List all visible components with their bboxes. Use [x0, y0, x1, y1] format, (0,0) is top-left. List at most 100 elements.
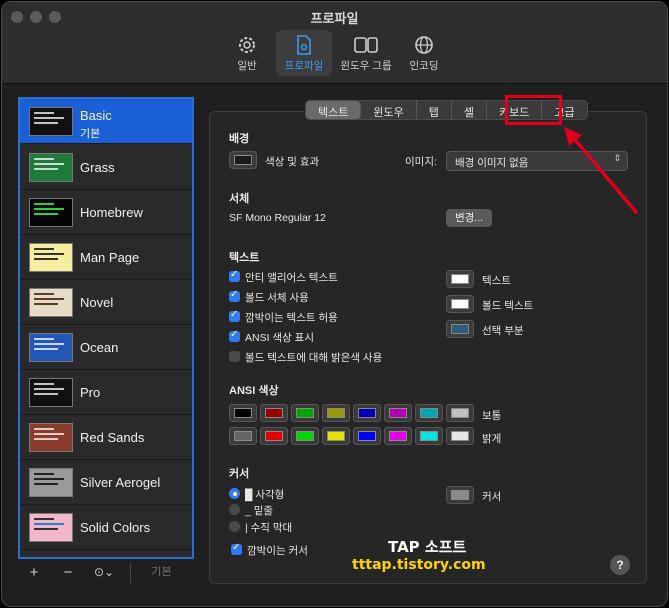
profile-name: Red Sands	[80, 430, 145, 445]
ansi-color-swatch[interactable]	[322, 427, 350, 445]
watermark-title: TAP 소프트	[388, 538, 467, 556]
ansi-color-swatch[interactable]	[291, 427, 319, 445]
profile-item-homebrew[interactable]: Homebrew	[20, 190, 192, 235]
tab-shell[interactable]: 셸	[452, 101, 487, 119]
ansi-colors-checkbox[interactable]	[229, 329, 240, 342]
profile-item-silver-aerogel[interactable]: Silver Aerogel	[20, 460, 192, 505]
blink-cursor-checkbox[interactable]	[231, 542, 242, 555]
ansi-color-swatch[interactable]	[260, 427, 288, 445]
toolbar-encoding[interactable]: 인코딩	[396, 30, 452, 76]
ansi-color-fill	[296, 408, 314, 418]
ansi-bright-label: 밝게	[482, 433, 502, 445]
color-effects-label: 색상 및 효과	[265, 156, 320, 168]
window-group-icon	[354, 37, 378, 53]
profile-item-red-sands[interactable]: Red Sands	[20, 415, 192, 460]
cursor-heading: 커서	[229, 468, 250, 480]
background-color-button[interactable]	[229, 151, 257, 169]
profile-item-ocean[interactable]: Ocean	[20, 325, 192, 370]
ansi-color-swatch[interactable]	[415, 404, 443, 422]
tab-text[interactable]: 텍스트	[306, 101, 362, 119]
selection-color-label: 선택 부분	[482, 325, 524, 337]
font-heading: 서체	[229, 193, 250, 205]
antialias-checkbox[interactable]	[229, 269, 240, 282]
toolbar-profiles-label: 프로파일	[284, 60, 324, 72]
help-button[interactable]: ?	[610, 555, 630, 575]
ansi-color-fill	[358, 408, 376, 418]
profile-item-basic[interactable]: Basic 기본	[20, 99, 192, 144]
ansi-color-swatch[interactable]	[384, 427, 412, 445]
ansi-color-swatch[interactable]	[446, 404, 474, 422]
add-profile-button[interactable]: +	[20, 563, 48, 583]
ansi-color-swatch[interactable]	[446, 427, 474, 445]
ansi-color-swatch[interactable]	[322, 404, 350, 422]
blink-text-checkbox[interactable]	[229, 309, 240, 322]
profile-thumbnail	[29, 333, 73, 362]
profile-list[interactable]: Basic 기본 Grass Homebrew Man Page Novel O…	[18, 97, 194, 559]
bright-bold-checkbox[interactable]	[229, 351, 240, 362]
profile-name: Man Page	[80, 250, 140, 265]
cursor-color-button[interactable]	[446, 486, 474, 504]
ansi-color-swatch[interactable]	[291, 404, 319, 422]
profile-item-grass[interactable]: Grass	[20, 145, 192, 190]
profile-thumbnail	[29, 468, 73, 497]
tab-window[interactable]: 윈도우	[361, 101, 417, 119]
ansi-color-swatch[interactable]	[229, 404, 257, 422]
ansi-color-swatch[interactable]	[415, 427, 443, 445]
change-font-button[interactable]: 변경...	[446, 209, 492, 227]
ansi-color-fill	[420, 408, 438, 418]
ansi-color-fill	[265, 408, 283, 418]
profile-thumbnail	[29, 423, 73, 452]
more-actions-button[interactable]: ⊙⌄	[86, 563, 122, 583]
toolbar-window-groups-label: 윈도우 그룹	[340, 60, 392, 72]
text-heading: 텍스트	[229, 252, 260, 264]
bold-font-checkbox[interactable]	[229, 289, 240, 302]
profile-name: Homebrew	[80, 205, 143, 220]
gear-icon	[239, 37, 255, 53]
ansi-color-swatch[interactable]	[229, 427, 257, 445]
ansi-color-swatch[interactable]	[384, 404, 412, 422]
ansi-color-fill	[389, 408, 407, 418]
profile-thumbnail	[29, 198, 73, 227]
cursor-block-radio[interactable]	[229, 488, 240, 499]
ansi-color-fill	[296, 431, 314, 441]
profile-item-pro[interactable]: Pro	[20, 370, 192, 415]
toolbar-general[interactable]: 일반	[219, 30, 275, 76]
toolbar-profiles[interactable]: 프로파일	[276, 30, 332, 76]
cursor-color-label: 커서	[482, 491, 502, 503]
cursor-underline-label: _ 밑줄	[245, 505, 274, 517]
ansi-color-fill	[265, 431, 283, 441]
remove-profile-button[interactable]: −	[54, 563, 82, 583]
ansi-color-swatch[interactable]	[260, 404, 288, 422]
toolbar-window-groups[interactable]: 윈도우 그룹	[334, 30, 398, 76]
ansi-color-swatch[interactable]	[353, 427, 381, 445]
ansi-color-fill	[420, 431, 438, 441]
bold-text-color-label: 볼드 텍스트	[482, 300, 534, 312]
set-default-button[interactable]: 기본	[130, 563, 192, 583]
profile-name: Ocean	[80, 340, 119, 355]
ansi-normal-label: 보통	[482, 410, 502, 422]
font-value: SF Mono Regular 12	[229, 212, 326, 224]
cursor-bar-label: | 수직 막대	[245, 522, 293, 534]
text-color-button[interactable]	[446, 270, 474, 288]
profile-item-man-page[interactable]: Man Page	[20, 235, 192, 280]
bold-text-color-button[interactable]	[446, 295, 474, 313]
profile-name: Pro	[80, 385, 101, 400]
bold-font-label: 볼드 서체 사용	[245, 292, 309, 304]
selection-color-button[interactable]	[446, 320, 474, 338]
cursor-underline-radio[interactable]	[229, 504, 240, 515]
profile-item-solid-colors[interactable]: Solid Colors	[20, 505, 192, 550]
profile-document-icon	[297, 35, 311, 55]
tab-tab[interactable]: 탭	[417, 101, 452, 119]
ansi-color-swatch[interactable]	[353, 404, 381, 422]
profile-default-label: 기본	[80, 128, 101, 140]
blink-cursor-label: 깜박이는 커서	[247, 545, 308, 557]
cursor-bar-radio[interactable]	[229, 521, 240, 532]
profile-name: Solid Colors	[80, 520, 151, 535]
cursor-block-label: █ 사각형	[245, 489, 285, 501]
ansi-color-fill	[327, 431, 345, 441]
ansi-color-fill	[234, 431, 252, 441]
text-color-label: 텍스트	[482, 275, 511, 287]
profile-item-novel[interactable]: Novel	[20, 280, 192, 325]
ansi-color-fill	[234, 408, 252, 418]
profile-name: Grass	[80, 160, 115, 175]
